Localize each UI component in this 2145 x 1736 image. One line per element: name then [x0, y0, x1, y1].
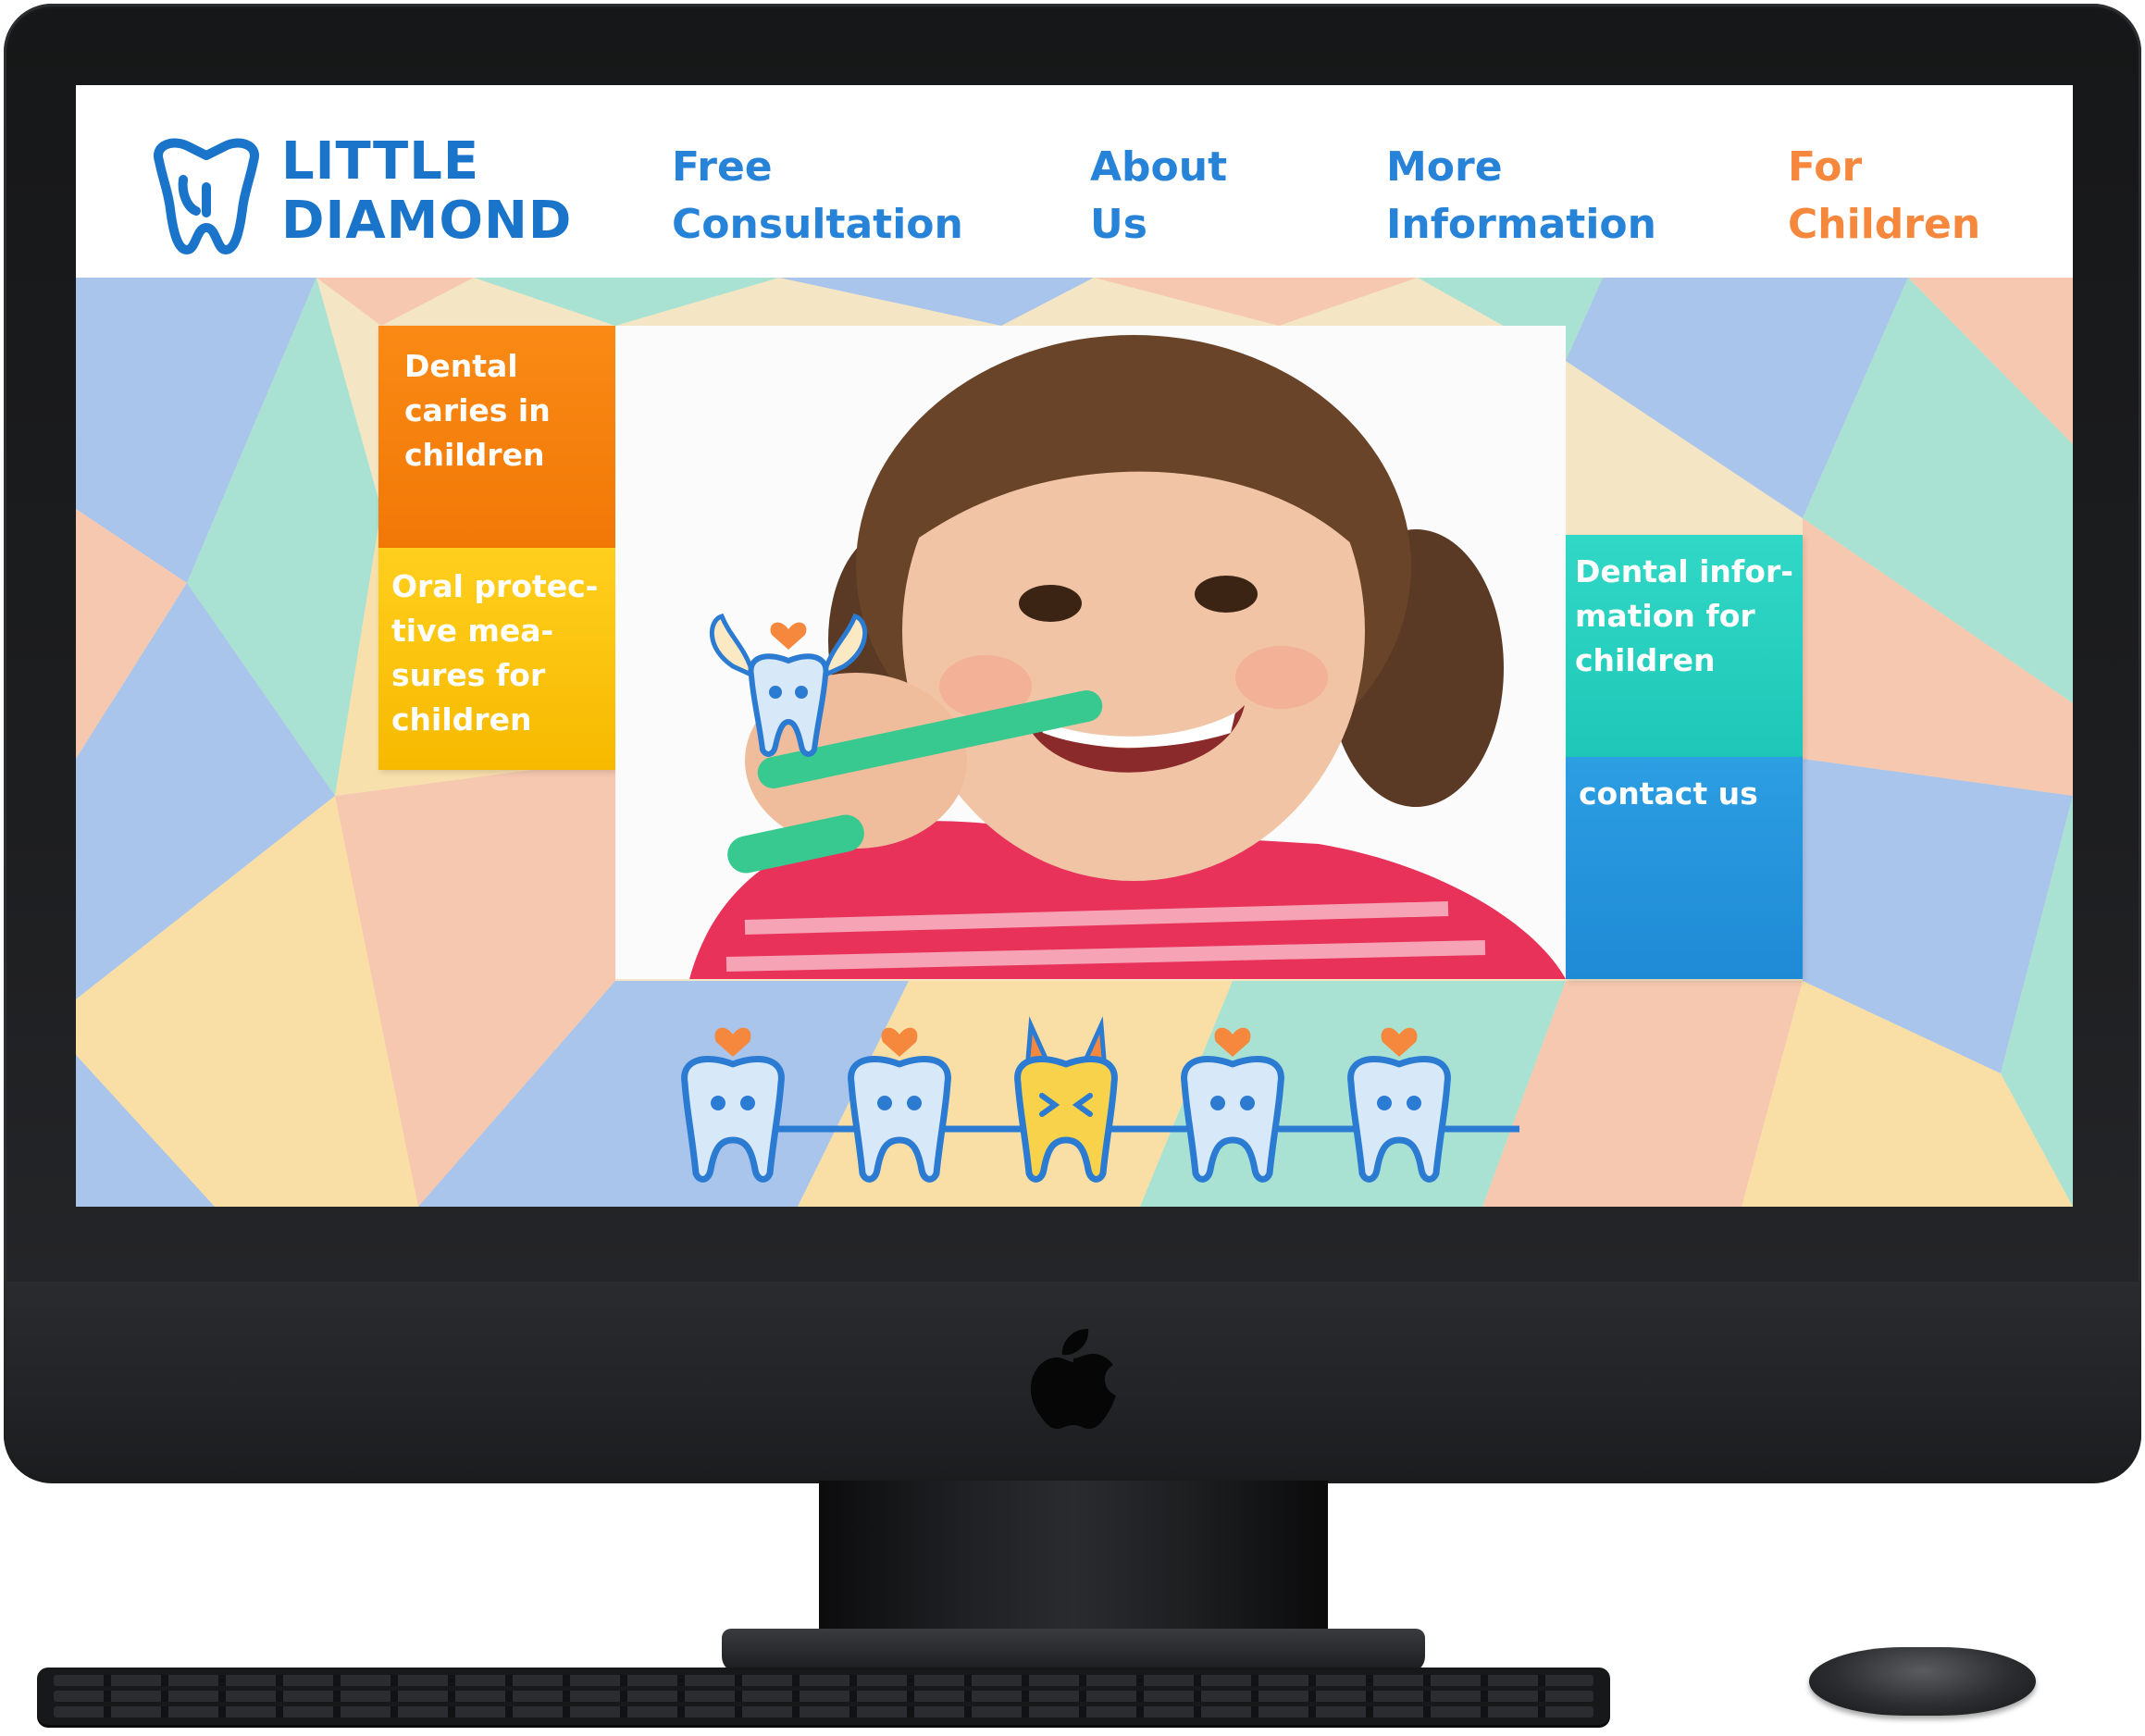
tile-label-line: children: [1575, 642, 1716, 678]
tooth-mascot-icon: [685, 1027, 782, 1180]
tile-label-line: contact us: [1579, 775, 1758, 812]
nav-label-line1: More: [1386, 143, 1503, 191]
nav-label-line1: About: [1090, 143, 1228, 191]
nav-more-information[interactable]: More Information: [1386, 139, 1656, 254]
tile-label-line: children: [391, 701, 532, 738]
hero-section: Dental caries in children Oral protec- t…: [76, 278, 2073, 1207]
tile-label-line: tive mea-: [391, 613, 554, 649]
tile-label-line: Dental infor-: [1575, 553, 1793, 589]
nav-label-line2: Information: [1386, 201, 1656, 248]
tile-dental-information-for-children[interactable]: Dental infor- mation for children: [1566, 535, 1803, 757]
nav-label-line1: Free: [672, 143, 773, 191]
tile-contact-us[interactable]: contact us: [1566, 757, 1803, 979]
nav-label-line2: Consultation: [672, 201, 963, 248]
browser-screen: LITTLE DIAMOND Free Consultation About U…: [76, 85, 2073, 1207]
mouse: [1809, 1647, 2036, 1716]
logo-text-line1[interactable]: LITTLE: [281, 133, 479, 191]
monitor-stand-base: [722, 1629, 1425, 1673]
tile-dental-caries-in-children[interactable]: Dental caries in children: [378, 326, 615, 548]
nav-label-line2: Children: [1788, 201, 1981, 248]
nav-about-us[interactable]: About Us: [1090, 139, 1227, 254]
tile-label-line: mation for: [1575, 598, 1755, 634]
tile-label-line: children: [404, 437, 545, 473]
apple-logo-icon: [1030, 1329, 1116, 1429]
nav-free-consultation[interactable]: Free Consultation: [672, 139, 963, 254]
tile-label-line: sures for: [391, 657, 546, 693]
tooth-mascot-row: [668, 1016, 1519, 1203]
nav-label-line1: For: [1788, 143, 1863, 191]
angel-tooth-mascot-icon: [709, 613, 868, 757]
nav-for-children[interactable]: For Children: [1788, 139, 1980, 254]
logo-text-line2[interactable]: DIAMOND: [281, 192, 572, 250]
cavity-tooth-mascot-icon: [1018, 1016, 1115, 1179]
tile-label-line: Dental: [404, 348, 518, 384]
tile-oral-protective-measures[interactable]: Oral protec- tive mea- sures for childre…: [378, 548, 615, 770]
tooth-mascot-icon: [851, 1027, 949, 1180]
tooth-mascot-icon: [1184, 1027, 1282, 1180]
keyboard: [37, 1668, 1610, 1725]
monitor-stand: [819, 1481, 1328, 1647]
tooth-icon[interactable]: [146, 135, 267, 255]
tile-label-line: Oral protec-: [391, 568, 599, 604]
tile-label-line: caries in: [404, 392, 551, 428]
nav-label-line2: Us: [1090, 201, 1147, 248]
tooth-mascot-icon: [1351, 1027, 1448, 1180]
site-header: LITTLE DIAMOND Free Consultation About U…: [76, 85, 2073, 278]
